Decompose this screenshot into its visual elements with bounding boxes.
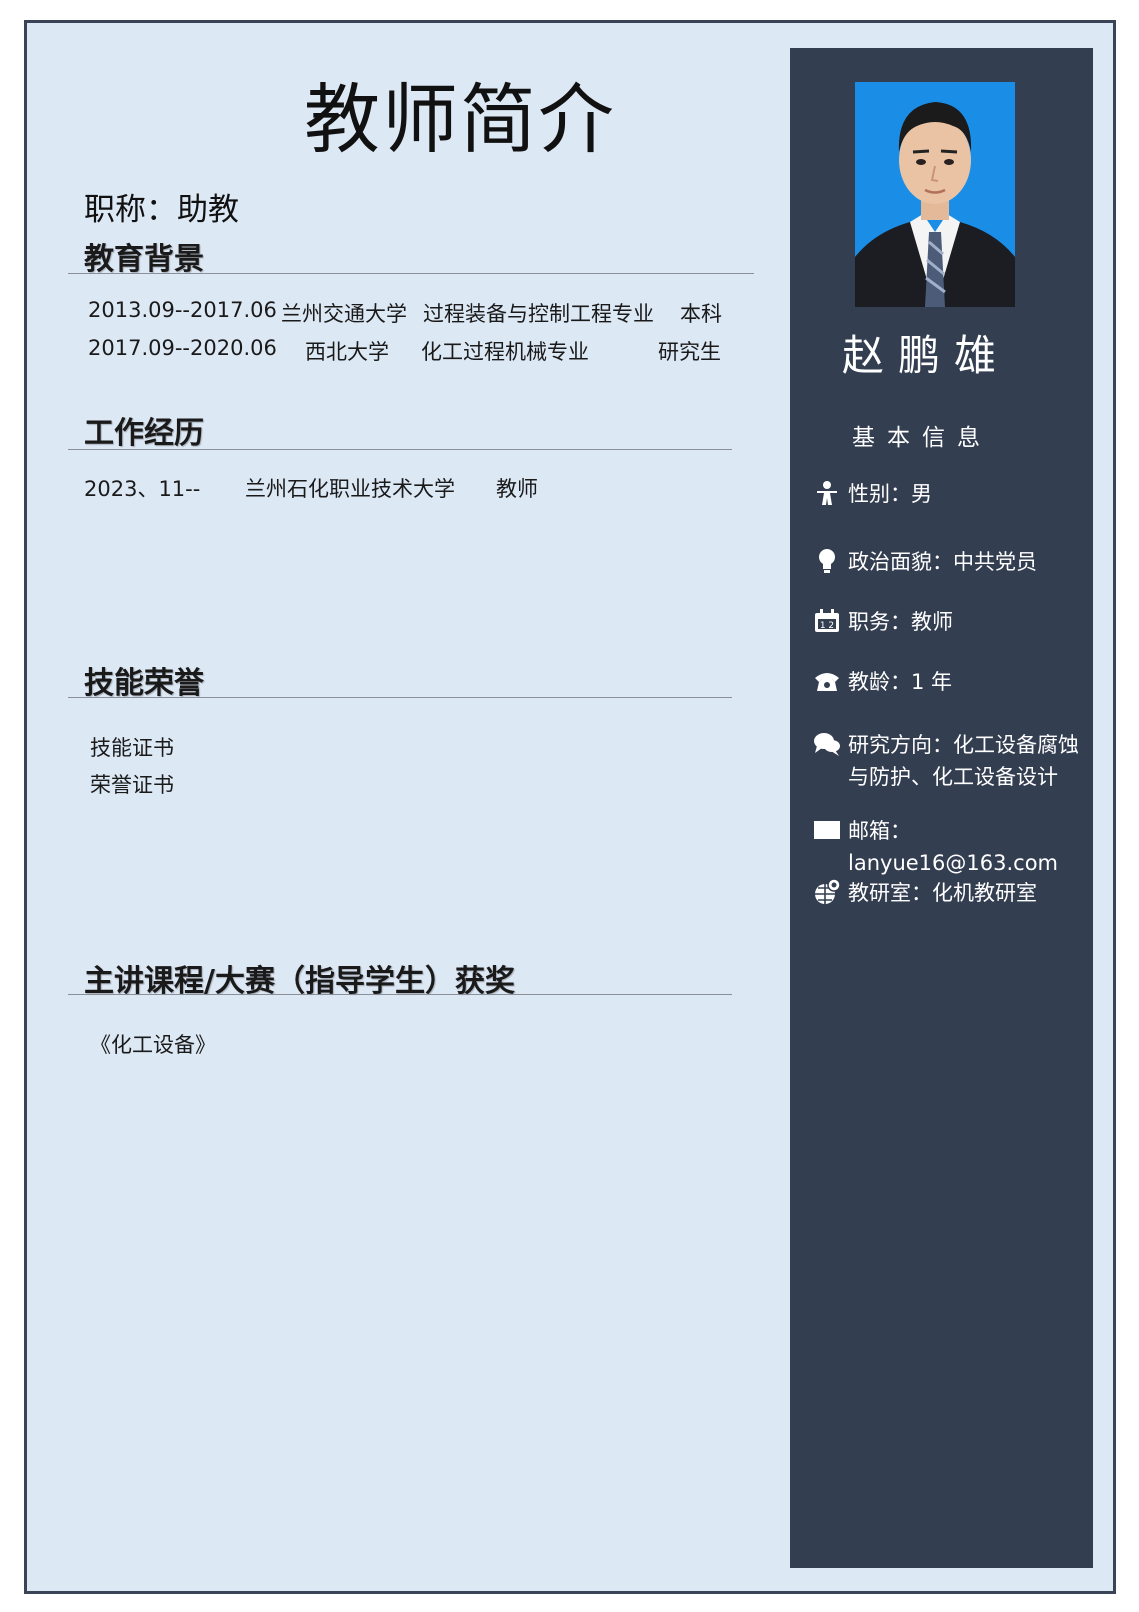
work-period-1: 2023、11-- bbox=[84, 477, 201, 501]
education-school-1: 兰州交通大学 bbox=[281, 302, 407, 326]
education-period-2: 2017.09--2020.06 bbox=[88, 336, 277, 360]
person-icon bbox=[812, 478, 842, 508]
info-gender: 性别：男 bbox=[812, 478, 1092, 510]
phone-icon bbox=[812, 666, 842, 696]
globe-icon bbox=[812, 877, 842, 907]
info-politics: 政治面貌：中共党员 bbox=[812, 546, 1092, 578]
courses-item-1: 《化工设备》 bbox=[90, 1033, 216, 1057]
page-title: 教师简介 bbox=[304, 75, 616, 164]
honors-divider bbox=[68, 697, 732, 698]
teacher-name: 赵鹏雄 bbox=[842, 331, 1011, 380]
info-department-text: 教研室：化机教研室 bbox=[848, 881, 1037, 905]
work-role-1: 教师 bbox=[496, 477, 538, 501]
portrait-illustration bbox=[855, 82, 1015, 307]
work-section-title: 工作经历 bbox=[84, 416, 204, 451]
info-gender-text: 性别：男 bbox=[848, 482, 932, 506]
job-title-line: 职称：助教 bbox=[84, 192, 239, 228]
education-degree-2: 研究生 bbox=[658, 340, 721, 364]
calendar-icon: 1 2 bbox=[812, 606, 842, 636]
info-research-text: 研究方向：化工设备腐蚀与防护、化工设备设计 bbox=[848, 733, 1079, 789]
basic-info-heading: 基本信息 bbox=[852, 425, 992, 451]
lightbulb-icon bbox=[812, 546, 842, 576]
education-degree-1: 本科 bbox=[680, 302, 722, 326]
info-duty: 1 2 职务：教师 bbox=[812, 606, 1092, 638]
education-school-2: 西北大学 bbox=[305, 340, 389, 364]
courses-divider bbox=[68, 994, 732, 995]
envelope-icon bbox=[812, 815, 842, 845]
education-section-title: 教育背景 bbox=[84, 242, 204, 277]
education-divider bbox=[68, 273, 754, 274]
info-department: 教研室：化机教研室 bbox=[812, 877, 1092, 909]
info-research: 研究方向：化工设备腐蚀与防护、化工设备设计 bbox=[812, 729, 1092, 793]
info-politics-text: 政治面貌：中共党员 bbox=[848, 550, 1037, 574]
svg-text:1 2: 1 2 bbox=[820, 621, 834, 631]
work-org-1: 兰州石化职业技术大学 bbox=[245, 477, 455, 501]
honors-item-2: 荣誉证书 bbox=[90, 773, 174, 797]
profile-photo bbox=[855, 82, 1015, 307]
info-teaching-years-text: 教龄：1 年 bbox=[848, 670, 953, 694]
info-email: 邮箱：lanyue16@163.com bbox=[812, 815, 1092, 879]
info-email-text: 邮箱：lanyue16@163.com bbox=[848, 819, 1058, 875]
info-duty-text: 职务：教师 bbox=[848, 610, 953, 634]
info-teaching-years: 教龄：1 年 bbox=[812, 666, 1092, 698]
work-divider bbox=[68, 449, 732, 450]
education-major-2: 化工过程机械专业 bbox=[421, 340, 589, 364]
education-major-1: 过程装备与控制工程专业 bbox=[423, 302, 654, 326]
honors-item-1: 技能证书 bbox=[90, 736, 174, 760]
honors-section-title: 技能荣誉 bbox=[84, 666, 204, 701]
chat-icon bbox=[812, 729, 842, 759]
education-period-1: 2013.09--2017.06 bbox=[88, 298, 277, 322]
